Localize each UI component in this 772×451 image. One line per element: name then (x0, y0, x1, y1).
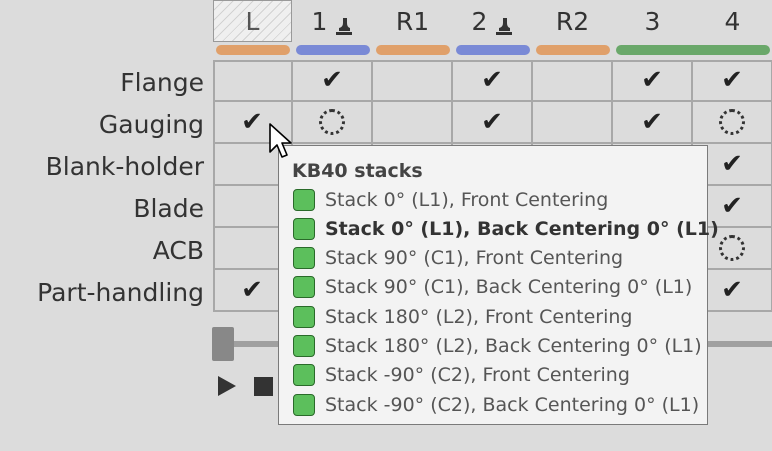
check-icon: ✔ (481, 65, 503, 95)
stop-icon[interactable] (254, 377, 273, 396)
column-header-2[interactable]: 2 (453, 0, 532, 42)
tooltip-item-label: Stack 90° (C1), Back Centering 0° (L1) (325, 276, 693, 299)
column-group-bar (376, 45, 450, 55)
row-label: Flange (120, 68, 204, 97)
row-label: Gauging (98, 110, 204, 139)
green-square-icon (293, 217, 315, 240)
check-icon: ✔ (241, 275, 263, 305)
dotted-circle-icon (719, 109, 745, 135)
tooltip-item-label: Stack 180° (L2), Back Centering 0° (L1) (325, 335, 702, 357)
green-square-icon (293, 393, 315, 416)
column-header-r1[interactable]: R1 (373, 0, 452, 42)
column-group-bar (216, 45, 290, 55)
check-icon: ✔ (241, 107, 263, 137)
check-icon: ✔ (721, 149, 743, 179)
tooltip-stack-item: Stack -90° (C2), Front Centering (293, 361, 630, 390)
tooltip-stack-item: Stack 90° (C1), Front Centering (293, 244, 623, 273)
column-header-label: 4 (724, 6, 741, 36)
grid-cell[interactable] (373, 102, 453, 144)
grid-cell[interactable] (533, 60, 613, 102)
tooltip-stack-item: Stack 180° (L2), Back Centering 0° (L1) (293, 332, 702, 361)
check-icon: ✔ (481, 107, 503, 137)
tooltip-title: KB40 stacks (292, 160, 423, 182)
green-square-icon (293, 364, 315, 387)
grid-cell[interactable] (373, 60, 453, 102)
row-label: Blade (133, 194, 204, 223)
column-header-label: 1 (311, 6, 328, 36)
tooltip-stack-item: Stack 90° (C1), Back Centering 0° (L1) (293, 273, 692, 302)
green-square-icon (293, 188, 315, 211)
grid-cell[interactable]: ✔ (613, 102, 693, 144)
tooltip-stack-item: Stack 0° (L1), Front Centering (293, 185, 608, 214)
check-icon: ✔ (721, 275, 743, 305)
tooltip-item-label: Stack -90° (C2), Back Centering 0° (L1) (325, 393, 700, 416)
tooltip-stack-item: Stack 180° (L2), Front Centering (293, 302, 632, 331)
check-icon: ✔ (641, 65, 663, 95)
grid-cell[interactable]: ✔ (693, 60, 772, 102)
column-group-bar (456, 45, 530, 55)
column-header-1[interactable]: 1 (293, 0, 372, 42)
column-header-l[interactable]: L (213, 0, 292, 42)
column-group-bar (616, 45, 770, 55)
check-icon: ✔ (641, 107, 663, 137)
mouse-cursor-icon (269, 123, 292, 158)
tooltip-stack-item: Stack 0° (L1), Back Centering 0° (L1) (293, 214, 719, 243)
grid-cell[interactable] (213, 60, 293, 102)
green-square-icon (293, 276, 315, 299)
grid-cell[interactable]: ✔ (293, 60, 373, 102)
tooltip-item-label: Stack 180° (L2), Front Centering (325, 305, 633, 328)
tooltip-item-label: Stack 0° (L1), Front Centering (325, 188, 609, 211)
tool-icon (495, 17, 513, 35)
timeline-slider-thumb[interactable] (212, 327, 234, 361)
grid-cell[interactable]: ✔ (453, 102, 533, 144)
column-header-label: 3 (644, 6, 661, 36)
column-group-bar (296, 45, 370, 55)
tooltip-item-label: Stack 0° (L1), Back Centering 0° (L1) (325, 217, 719, 240)
column-header-label: L (245, 6, 260, 36)
column-header-4[interactable]: 4 (693, 0, 772, 42)
check-icon: ✔ (721, 65, 743, 95)
green-square-icon (293, 335, 315, 357)
column-header-label: 2 (471, 6, 488, 36)
grid-cell[interactable] (293, 102, 373, 144)
dotted-circle-icon (319, 109, 345, 135)
check-icon: ✔ (721, 191, 743, 221)
grid-cell[interactable]: ✔ (453, 60, 533, 102)
column-header-label: R1 (395, 6, 430, 36)
play-icon[interactable] (218, 376, 236, 396)
tooltip-stack-item: Stack -90° (C2), Back Centering 0° (L1) (293, 390, 699, 419)
row-label: Part-handling (37, 278, 204, 307)
row-label: ACB (152, 236, 204, 265)
tooltip-item-label: Stack -90° (C2), Front Centering (325, 364, 630, 387)
check-icon: ✔ (321, 65, 343, 95)
row-label: Blank-holder (45, 152, 204, 181)
stacks-tooltip: KB40 stacks Stack 0° (L1), Front Centeri… (278, 145, 719, 425)
grid-cell[interactable] (533, 102, 613, 144)
column-header-label: R2 (555, 6, 590, 36)
green-square-icon (293, 305, 315, 328)
tooltip-item-label: Stack 90° (C1), Front Centering (325, 247, 624, 270)
column-header-3[interactable]: 3 (613, 0, 692, 42)
green-square-icon (293, 247, 315, 270)
dotted-circle-icon (719, 235, 745, 261)
tool-icon (335, 17, 353, 35)
column-header-r2[interactable]: R2 (533, 0, 612, 42)
column-group-bar (536, 45, 610, 55)
grid-cell[interactable]: ✔ (613, 60, 693, 102)
grid-cell[interactable] (693, 102, 772, 144)
